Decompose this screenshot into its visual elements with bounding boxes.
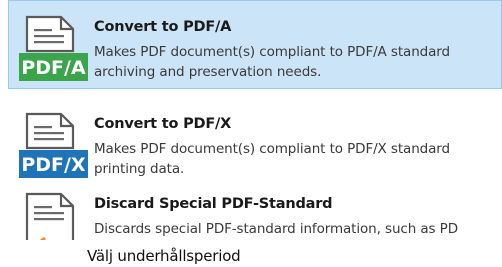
menu-item-discard-standard[interactable]: Discard Special PDF-Standard Discards sp… [8, 177, 502, 240]
discard-standard-title: Discard Special PDF-Standard [94, 196, 333, 212]
pdfa-badge: PDF/A [21, 57, 86, 79]
convert-pdfx-desc-line1: Makes PDF document(s) compliant to PDF/X… [94, 141, 450, 157]
convert-pdfx-desc-line2: printing data. [94, 161, 185, 177]
maintenance-period-caption: Välj underhållsperiod [87, 247, 241, 265]
convert-pdfx-title: Convert to PDF/X [94, 116, 232, 132]
pdfx-document-icon: PDF/X [19, 112, 88, 178]
pdfx-badge: PDF/X [21, 154, 86, 176]
discard-standard-desc-line1: Discards special PDF-standard informatio… [94, 221, 459, 237]
convert-pdfa-desc-line1: Makes PDF document(s) compliant to PDF/A… [94, 44, 450, 60]
menu-item-convert-pdfx[interactable]: PDF/X Convert to PDF/X Makes PDF documen… [8, 97, 502, 186]
convert-pdfa-title: Convert to PDF/A [94, 19, 232, 35]
discard-standard-icon [25, 192, 75, 240]
convert-pdfa-description: Makes PDF document(s) compliant to PDF/A… [94, 42, 502, 82]
pdf-standard-menu: PDF/A Convert to PDF/A Makes PDF documen… [8, 0, 502, 240]
convert-pdfa-desc-line2: archiving and preservation needs. [94, 64, 322, 80]
discard-standard-description: Discards special PDF-standard informatio… [94, 219, 502, 239]
menu-item-convert-pdfa[interactable]: PDF/A Convert to PDF/A Makes PDF documen… [8, 0, 502, 89]
convert-pdfx-description: Makes PDF document(s) compliant to PDF/X… [94, 139, 502, 179]
pdfa-document-icon: PDF/A [19, 15, 88, 81]
